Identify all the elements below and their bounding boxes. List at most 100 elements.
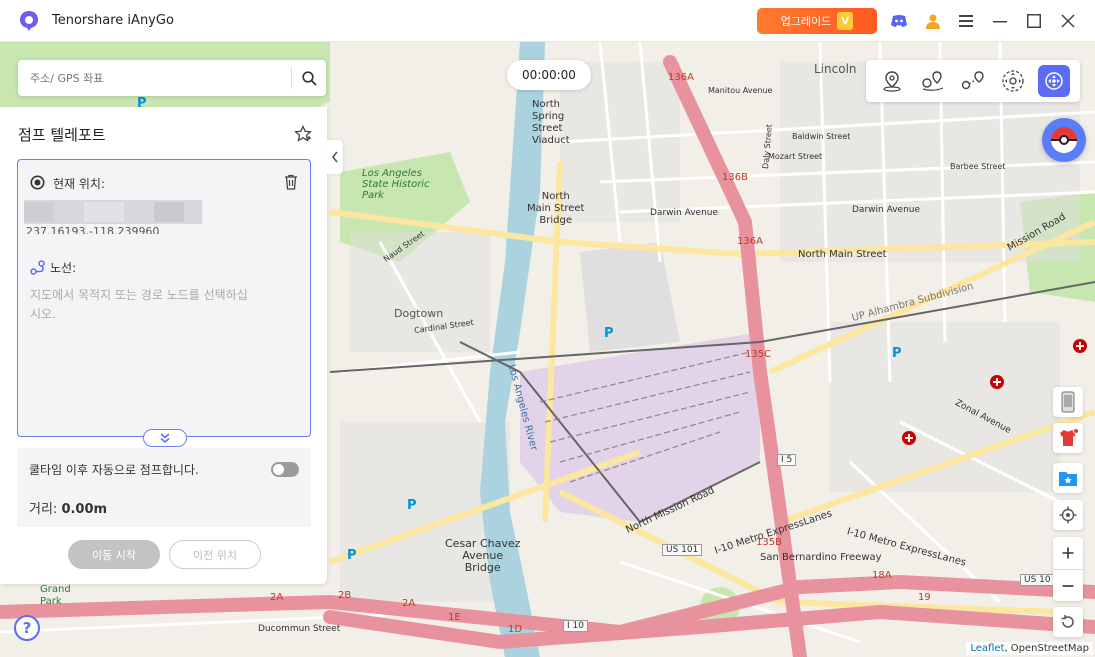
gamepad-icon bbox=[1045, 72, 1063, 90]
redacted-coords-block bbox=[24, 200, 202, 224]
pokemon-go-button[interactable] bbox=[1042, 118, 1086, 162]
ramp-136a: 136A bbox=[737, 236, 763, 247]
map-label-ducommun: Ducommun Street bbox=[258, 624, 341, 634]
phone-icon bbox=[1061, 391, 1075, 413]
discord-icon[interactable] bbox=[888, 10, 910, 32]
menu-icon[interactable] bbox=[955, 10, 977, 32]
map-pin-icon bbox=[883, 71, 901, 92]
close-icon[interactable] bbox=[1057, 10, 1079, 32]
zoom-controls bbox=[1053, 537, 1083, 601]
mode-toolbar bbox=[866, 60, 1080, 102]
two-spot-icon bbox=[921, 71, 943, 91]
ramp-19: 19 bbox=[918, 592, 931, 603]
plus-icon bbox=[1062, 547, 1074, 559]
two-spot-mode-button[interactable] bbox=[917, 65, 949, 97]
reset-rotation-button[interactable] bbox=[1053, 607, 1083, 637]
cooldown-timer: 00:00:00 bbox=[507, 60, 591, 90]
map-label-baldwin: Baldwin Street bbox=[792, 132, 851, 141]
map-label-manitou: Manitou Avenue bbox=[708, 86, 773, 95]
app-title: Tenorshare iAnyGo bbox=[52, 13, 174, 28]
search-input[interactable] bbox=[18, 60, 291, 96]
auto-jump-label: 쿨타임 이후 자동으로 점프합니다. bbox=[29, 463, 199, 477]
previous-location-button[interactable]: 이전 위치 bbox=[169, 540, 261, 569]
locate-me-button[interactable] bbox=[1053, 500, 1083, 530]
distance-value: 0.00m bbox=[61, 502, 108, 517]
current-location-label: 현재 위치: bbox=[53, 177, 106, 191]
outfit-button[interactable] bbox=[1053, 423, 1083, 453]
trash-icon[interactable] bbox=[284, 174, 298, 190]
map-label-state-park: Los Angeles State Historic Park bbox=[362, 168, 430, 201]
shirt-icon bbox=[1060, 428, 1079, 446]
collapse-panel-button[interactable] bbox=[327, 140, 343, 174]
auto-jump-toggle[interactable] bbox=[271, 462, 299, 477]
vip-badge-icon: V bbox=[837, 12, 854, 30]
map-label-north-spring: North Spring Street Viaduct bbox=[532, 99, 570, 146]
favorite-star-icon[interactable] bbox=[294, 125, 312, 143]
maximize-icon[interactable] bbox=[1023, 10, 1045, 32]
account-icon[interactable] bbox=[922, 10, 944, 32]
minimize-icon[interactable] bbox=[989, 10, 1011, 32]
osm-credit: OpenStreetMap bbox=[1010, 643, 1089, 654]
minus-icon bbox=[1062, 584, 1074, 587]
map-label-dogtown: Dogtown bbox=[394, 307, 444, 320]
multi-spot-mode-button[interactable] bbox=[957, 65, 989, 97]
chevron-left-icon bbox=[331, 151, 338, 163]
ramp-136a-top: 136A bbox=[668, 72, 694, 83]
map-attribution: Leaflet, OpenStreetMap bbox=[966, 642, 1093, 655]
map-label-darwin-1: Darwin Avenue bbox=[650, 208, 719, 218]
multi-spot-icon bbox=[961, 71, 984, 90]
panel-title: 점프 텔레포트 bbox=[18, 126, 106, 144]
shield-us101-right: US 10 bbox=[1020, 574, 1055, 586]
jump-teleport-panel: 점프 텔레포트 현재 위치: 237.16193,-118.239960 노선:… bbox=[0, 107, 327, 584]
map-label-north-main-bridge: North Main Street Bridge bbox=[527, 191, 585, 226]
game-mode-button[interactable] bbox=[1037, 65, 1070, 97]
teleport-mode-button[interactable] bbox=[876, 65, 908, 97]
leaflet-link[interactable]: Leaflet bbox=[970, 643, 1004, 654]
distance-row: 거리: 0.00m bbox=[29, 498, 107, 517]
ramp-136b: 136B bbox=[722, 172, 748, 183]
coords-partial-text: 237.16193,-118.239960 bbox=[26, 226, 160, 234]
map-label-mozart: Mozart Street bbox=[768, 152, 823, 161]
upgrade-button[interactable]: 업그레이드 V bbox=[757, 8, 877, 34]
ramp-135c: 135C bbox=[745, 349, 772, 360]
map-label-north-main-street: North Main Street bbox=[798, 249, 887, 260]
saved-folder-button[interactable] bbox=[1053, 463, 1083, 493]
search-icon bbox=[301, 70, 317, 86]
expand-button[interactable] bbox=[143, 429, 187, 447]
map-label-barbee: Barbee Street bbox=[950, 162, 1006, 171]
distance-label: 거리: bbox=[29, 502, 58, 517]
crosshair-icon bbox=[1059, 506, 1077, 524]
parking-4: P bbox=[407, 498, 417, 513]
search-bar bbox=[18, 60, 326, 96]
ramp-1d: 1D bbox=[508, 624, 523, 635]
ramp-2a: 2A bbox=[402, 598, 416, 609]
ramp-135b: 135B bbox=[756, 537, 782, 548]
current-coordinates: 237.16193,-118.239960 bbox=[24, 200, 202, 242]
auto-jump-box: 쿨타임 이후 자동으로 점프합니다. 거리: 0.00m bbox=[17, 448, 311, 527]
help-icon[interactable]: ? bbox=[14, 615, 40, 641]
joystick-mode-button[interactable] bbox=[997, 65, 1029, 97]
pokeball-icon bbox=[1051, 127, 1077, 153]
double-chevron-down-icon bbox=[160, 433, 170, 443]
shield-us101: US 101 bbox=[662, 544, 703, 556]
route-hint: 지도에서 목적지 또는 경로 노드를 선택하십시오. bbox=[30, 288, 248, 321]
map-label-sb-freeway: San Bernardino Freeway bbox=[760, 552, 882, 563]
ramp-18a: 18A bbox=[872, 570, 892, 581]
ramp-2a-left: 2A bbox=[270, 592, 284, 603]
upgrade-label: 업그레이드 bbox=[780, 15, 832, 28]
joystick-icon bbox=[1002, 70, 1025, 92]
shield-i10: I 10 bbox=[563, 620, 588, 632]
map-label-lincoln: Lincoln bbox=[814, 62, 857, 76]
refresh-icon bbox=[1061, 615, 1074, 628]
shield-i5: I 5 bbox=[777, 454, 797, 466]
zoom-out-button[interactable] bbox=[1053, 569, 1083, 601]
search-button[interactable] bbox=[292, 60, 326, 96]
zoom-in-button[interactable] bbox=[1053, 537, 1083, 569]
device-button[interactable] bbox=[1053, 387, 1083, 417]
ramp-2b: 2B bbox=[338, 590, 352, 601]
parking-5: P bbox=[347, 548, 357, 563]
parking-3: P bbox=[892, 346, 902, 361]
map-label-grand-park: Grand Park bbox=[40, 584, 71, 607]
start-move-button[interactable]: 이동 시작 bbox=[68, 540, 160, 569]
current-location-icon bbox=[30, 175, 45, 190]
